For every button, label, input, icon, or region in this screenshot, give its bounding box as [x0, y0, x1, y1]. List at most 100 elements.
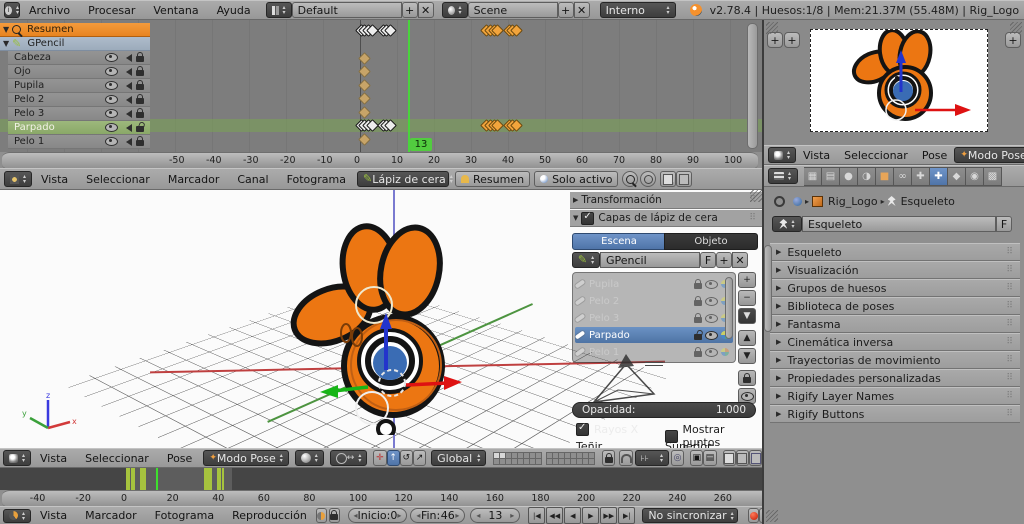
panel-drag-dots[interactable]: ⠿ — [1006, 373, 1014, 383]
layer-pupila[interactable]: Pupila — [574, 276, 733, 292]
panel-drag-dots[interactable]: ⠿ — [1006, 265, 1014, 275]
gpencil-datablock-icon-button[interactable] — [572, 252, 600, 268]
tab-constraints[interactable]: ∞ — [894, 166, 912, 186]
pivot-center-select[interactable]: ↔ — [329, 450, 368, 466]
panel-drag-dots[interactable]: ⠿ — [1006, 319, 1014, 329]
menu-fotograma[interactable]: Fotograma — [155, 509, 214, 522]
fake-user-button[interactable]: F — [700, 252, 716, 268]
layer-specials-button[interactable]: ▼ — [738, 308, 756, 324]
visibility-eye-icon[interactable] — [105, 123, 118, 132]
mute-speaker-icon[interactable] — [122, 81, 132, 90]
increment-arrow-icon[interactable]: ▸ — [510, 511, 514, 520]
armature-name-field[interactable]: Esqueleto — [802, 216, 996, 232]
lock-icon[interactable] — [694, 295, 702, 306]
eye-icon[interactable] — [705, 296, 718, 306]
keyframe-diamond[interactable] — [358, 92, 372, 105]
tab-objeto[interactable]: Objeto — [664, 233, 758, 250]
visibility-eye-icon[interactable] — [105, 67, 118, 76]
previous-keyframe-button[interactable]: ◀◀ — [546, 507, 564, 524]
tab-world[interactable]: ◑ — [858, 166, 876, 186]
keyframe-diamond[interactable] — [358, 65, 372, 78]
expand-region-button[interactable]: + — [767, 32, 783, 48]
panel-gpencil-layers[interactable]: ▼ Capas de lápiz de cera ⠿ — [570, 210, 762, 227]
panel-drag-dots[interactable]: ⠿ — [1006, 409, 1014, 419]
viewport-3d[interactable]: z x y ▶ Transformación ⠿ ▼ Capas de lápi… — [0, 190, 762, 448]
mute-speaker-icon[interactable] — [122, 137, 132, 146]
expand-triangle-icon[interactable]: ▼ — [573, 214, 578, 222]
gpencil-layer-list[interactable]: Pupila Pelo 2 Pelo 3 Parpado Pelo 1 — [572, 272, 736, 363]
channel-pelo3[interactable]: Pelo 3 — [8, 107, 150, 121]
menu-ayuda[interactable]: Ayuda — [217, 4, 251, 17]
move-layer-down-button[interactable]: ▼ — [738, 348, 756, 364]
panel-drag-dots[interactable]: ⠿ — [1006, 355, 1014, 365]
move-layer-up-button[interactable]: ▲ — [738, 330, 756, 346]
interaction-mode-select[interactable]: ✦ Modo Pose — [954, 147, 1024, 163]
panel-drag-dots[interactable]: ⠿ — [1006, 337, 1014, 347]
delete-scene-button[interactable]: ✕ — [573, 2, 590, 18]
tab-scene[interactable]: ● — [840, 166, 858, 186]
lock-icon[interactable] — [694, 346, 702, 357]
tab-bone[interactable]: ◆ — [948, 166, 966, 186]
transform-orientation-select[interactable]: Global — [431, 450, 487, 466]
visibility-eye-icon[interactable] — [105, 53, 118, 62]
visibility-eye-icon[interactable] — [105, 137, 118, 146]
channel-pelo2[interactable]: Pelo 2 — [8, 93, 150, 107]
editor-type-button-properties[interactable] — [768, 168, 798, 184]
panel-biblioteca-de-poses[interactable]: ▶ Biblioteca de poses ⠿ — [770, 297, 1020, 315]
tab-escena[interactable]: Escena — [572, 233, 666, 250]
tab-render[interactable]: ▦ — [804, 166, 822, 186]
play-reverse-button[interactable]: ◀ — [564, 507, 582, 524]
toggle-only-active-button[interactable]: Solo activo — [534, 171, 619, 187]
visibility-eye-icon[interactable] — [105, 81, 118, 90]
toggle-summary-button[interactable]: Resumen — [455, 171, 531, 187]
menu-archivo[interactable]: Archivo — [29, 4, 70, 17]
remove-layer-button[interactable]: − — [738, 290, 756, 306]
timeline-key-area[interactable] — [0, 468, 762, 490]
region-corner-handle[interactable] — [766, 22, 778, 34]
tab-object[interactable]: ■ — [876, 166, 894, 186]
keyframe-diamond[interactable] — [358, 132, 372, 146]
opacity-slider[interactable]: Opacidad: 1.000 — [572, 402, 756, 418]
panel-trayectorias-de-movimiento[interactable]: ▶ Trayectorias de movimiento ⠿ — [770, 351, 1020, 369]
mute-speaker-icon[interactable] — [122, 123, 132, 132]
panel-drag-dots[interactable]: ⠿ — [1006, 283, 1014, 293]
editor-type-button-info[interactable]: i — [4, 2, 20, 18]
increment-arrow-icon[interactable]: ▸ — [397, 511, 401, 520]
add-layer-button[interactable]: + — [738, 272, 756, 288]
start-frame-field[interactable]: ◂ Inicio: 0 ▸ — [347, 508, 408, 523]
render-opengl-anim-button[interactable]: ▤ — [703, 450, 717, 466]
lock-icon[interactable] — [136, 80, 144, 90]
record-autokey-button[interactable] — [748, 508, 760, 523]
tab-physics[interactable]: ◉ — [966, 166, 984, 186]
layer-pelo3[interactable]: Pelo 3 — [574, 310, 733, 326]
panel-drag-dots[interactable]: ⠿ — [749, 213, 757, 223]
scene-icon-button[interactable] — [441, 2, 468, 18]
menu-seleccionar[interactable]: Seleccionar — [85, 452, 149, 465]
lock-to-scene-button[interactable] — [602, 450, 616, 466]
channel-gpencil[interactable]: ▼ GPencil — [0, 37, 150, 51]
screen-layout-name-field[interactable]: Default — [291, 2, 402, 18]
panel-drag-dots[interactable]: ⠿ — [1006, 391, 1014, 401]
add-scene-button[interactable]: + — [557, 2, 574, 18]
channel-summary[interactable]: ▼ Resumen — [0, 23, 150, 37]
menu-vista[interactable]: Vista — [40, 509, 67, 522]
menu-fotograma[interactable]: Fotograma — [287, 173, 346, 186]
channel-cabeza[interactable]: Cabeza — [8, 51, 150, 65]
current-frame-field[interactable]: ◂ 13 ▸ — [470, 508, 521, 523]
paste-keyframes-button[interactable] — [676, 171, 693, 187]
menu-vista[interactable]: Vista — [803, 149, 830, 162]
collapse-triangle-icon[interactable]: ▶ — [573, 196, 578, 204]
editor-type-button-preview[interactable] — [768, 147, 796, 163]
decrement-arrow-icon[interactable]: ◂ — [416, 511, 420, 520]
lock-time-button[interactable] — [328, 508, 340, 523]
eye-icon[interactable] — [705, 330, 718, 340]
layer-list-scrollbar[interactable] — [725, 277, 733, 339]
screen-layout-icon-button[interactable] — [265, 2, 292, 18]
mute-speaker-icon[interactable] — [122, 53, 132, 62]
unlock-icon[interactable] — [136, 126, 144, 132]
tab-texture[interactable]: ▩ — [984, 166, 1002, 186]
panel-drag-dots[interactable]: ⠿ — [1006, 301, 1014, 311]
lock-all-button[interactable] — [738, 370, 756, 386]
layer-pelo2[interactable]: Pelo 2 — [574, 293, 733, 309]
preview-range-button[interactable] — [315, 508, 327, 523]
